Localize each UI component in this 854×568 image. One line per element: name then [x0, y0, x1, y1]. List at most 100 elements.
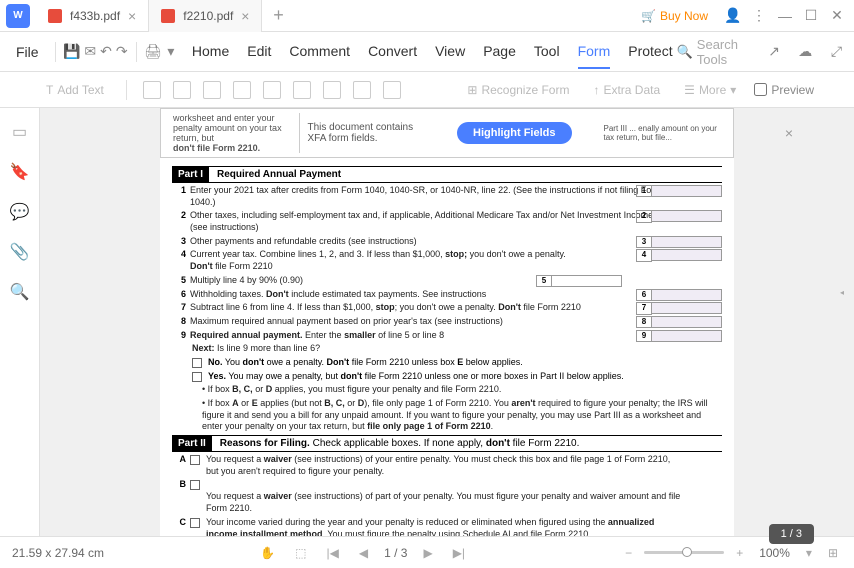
maximize-icon[interactable]: ☐ [802, 7, 820, 25]
preview-checkbox[interactable]: Preview [754, 83, 814, 97]
minimize-icon[interactable]: — [776, 7, 794, 25]
chevron-down-icon: ▾ [730, 83, 736, 97]
menu-tab-convert[interactable]: Convert [368, 35, 417, 69]
tool-sign[interactable] [383, 81, 401, 99]
field-label: 3 [636, 236, 652, 248]
field-label: 8 [636, 316, 652, 328]
menu-icon: ☰ [684, 83, 695, 97]
menu-tab-form[interactable]: Form [578, 35, 611, 69]
last-page-icon[interactable]: ▶| [449, 546, 469, 560]
checkbox-b[interactable] [190, 480, 200, 490]
zoom-out-icon[interactable]: − [621, 546, 636, 560]
row-num: 9 [172, 330, 190, 342]
file-menu[interactable]: File [8, 44, 47, 60]
expand-icon[interactable]: ⤢ [827, 40, 846, 64]
tool-button[interactable] [293, 81, 311, 99]
checkbox-no[interactable] [192, 358, 202, 368]
thumbnails-icon[interactable]: ▭ [10, 122, 30, 142]
zoom-slider[interactable] [644, 551, 724, 554]
menu-tab-page[interactable]: Page [483, 35, 516, 69]
select-tool-icon[interactable]: ⬚ [291, 546, 310, 560]
tool-field-1[interactable] [143, 81, 161, 99]
menu-tab-edit[interactable]: Edit [247, 35, 271, 69]
hand-tool-icon[interactable]: ✋ [256, 546, 279, 560]
prev-page-icon[interactable]: ◀ [355, 546, 372, 560]
tool-checkbox[interactable] [173, 81, 191, 99]
form-field-5[interactable] [552, 275, 622, 287]
tool-combo[interactable] [233, 81, 251, 99]
user-icon[interactable]: 👤 [724, 7, 742, 25]
close-icon[interactable]: × [128, 8, 136, 24]
save-icon[interactable]: 💾 [63, 40, 80, 64]
cloud-icon[interactable]: ☁ [796, 40, 815, 64]
buy-now-link[interactable]: 🛒 Buy Now [633, 9, 716, 23]
extra-data-button[interactable]: ↑ Extra Data [587, 79, 666, 101]
form-field-3[interactable] [652, 236, 722, 248]
expand-right-icon[interactable]: ◂ [838, 284, 846, 300]
tool-date[interactable] [353, 81, 371, 99]
checkbox-c[interactable] [190, 518, 200, 528]
redo-icon[interactable]: ↷ [116, 40, 128, 64]
zoom-in-icon[interactable]: + [732, 546, 747, 560]
menu-tab-view[interactable]: View [435, 35, 465, 69]
search-label: Search Tools [697, 37, 753, 67]
form-field-7[interactable] [652, 302, 722, 314]
fit-page-icon[interactable]: ⊞ [824, 546, 842, 560]
app-logo[interactable]: W [6, 4, 30, 28]
close-window-icon[interactable]: ✕ [828, 7, 846, 25]
form-field-6[interactable] [652, 289, 722, 301]
checkbox-yes[interactable] [192, 372, 202, 382]
dropdown-icon[interactable]: ▾ [166, 40, 176, 64]
search-panel-icon[interactable]: 🔍 [10, 282, 30, 302]
tab-f2210[interactable]: f2210.pdf × [149, 0, 262, 32]
menu-tab-tool[interactable]: Tool [534, 35, 560, 69]
preview-input[interactable] [754, 83, 767, 96]
search-tools[interactable]: 🔍 Search Tools [677, 37, 753, 67]
share-icon[interactable]: ↗ [765, 40, 784, 64]
more-button[interactable]: ☰ More ▾ [678, 79, 742, 101]
row-num: 7 [172, 302, 190, 314]
zoom-level[interactable]: 100% [755, 546, 794, 560]
new-tab-button[interactable]: + [262, 5, 294, 26]
tool-radio[interactable] [203, 81, 221, 99]
row-letter: A [172, 454, 190, 466]
page-input[interactable]: 1 / 3 [384, 546, 407, 560]
recognize-form-button[interactable]: ⊞ Recognize Form [461, 79, 575, 101]
menu-tab-comment[interactable]: Comment [289, 35, 350, 69]
checkbox-a[interactable] [190, 455, 200, 465]
more-icon[interactable]: ⋮ [750, 7, 768, 25]
banner-close-icon[interactable]: × [785, 125, 793, 141]
form-field-8[interactable] [652, 316, 722, 328]
form-field-1[interactable] [652, 185, 722, 197]
close-icon[interactable]: × [241, 8, 249, 24]
form-field-9[interactable] [652, 330, 722, 342]
chevron-down-icon[interactable]: ▾ [802, 546, 816, 560]
form-field-4[interactable] [652, 249, 722, 261]
add-text-tool[interactable]: T Add Text [40, 79, 110, 101]
cart-icon: 🛒 [641, 9, 656, 23]
tool-list[interactable] [263, 81, 281, 99]
row-num: 4 [172, 249, 190, 261]
comments-icon[interactable]: 💬 [10, 202, 30, 222]
first-page-icon[interactable]: |◀ [322, 546, 342, 560]
tab-f433b[interactable]: f433b.pdf × [36, 0, 149, 32]
undo-icon[interactable]: ↶ [100, 40, 112, 64]
print-icon[interactable]: 🖨 [144, 40, 162, 64]
bookmarks-icon[interactable]: 🔖 [10, 162, 30, 182]
next-page-icon[interactable]: ▶ [419, 546, 436, 560]
zoom-thumb[interactable] [682, 547, 692, 557]
bullet-text: • If box A or E applies (but not B, C, o… [172, 398, 722, 433]
mail-icon[interactable]: ✉ [84, 40, 96, 64]
menu-tab-protect[interactable]: Protect [628, 35, 672, 69]
row-num: 3 [172, 236, 190, 248]
field-label: 5 [536, 275, 552, 287]
row-text: Multiply line 4 by 90% (0.90) [190, 275, 722, 287]
attachments-icon[interactable]: 📎 [10, 242, 30, 262]
document-viewport[interactable]: worksheet and enter your penalty amount … [40, 108, 854, 536]
form-field-2[interactable] [652, 210, 722, 222]
checkbox-label: Yes. You may owe a penalty, but don't fi… [208, 371, 624, 383]
row-num: 5 [172, 275, 190, 287]
tool-image[interactable] [323, 81, 341, 99]
menu-tab-home[interactable]: Home [192, 35, 229, 69]
highlight-fields-button[interactable]: Highlight Fields [457, 122, 572, 144]
